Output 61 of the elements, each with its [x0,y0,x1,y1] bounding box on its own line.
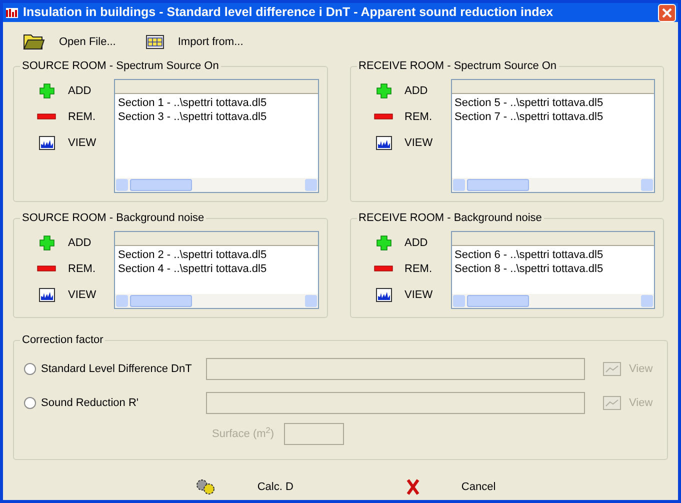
list-item[interactable]: Section 5 - ..\spettri tottava.dl5 [454,96,651,110]
list-item[interactable]: Section 2 - ..\spettri tottava.dl5 [118,248,314,262]
group-title: RECEIVE ROOM - Background noise [356,211,544,225]
folder-icon [23,33,45,51]
add-button[interactable]: ADD [36,233,100,253]
remove-button[interactable]: REM. [36,259,100,279]
remove-button[interactable]: REM. [372,259,436,279]
plus-icon [39,235,55,251]
group-title: RECEIVE ROOM - Spectrum Source On [356,59,559,73]
list-item[interactable]: Section 7 - ..\spettri tottava.dl5 [454,110,651,124]
close-icon [662,8,672,18]
list-item[interactable]: Section 8 - ..\spettri tottava.dl5 [454,262,651,276]
window-title: Insulation in buildings - Standard level difference i DnT - Apparent sound reduction index [23,4,554,22]
add-button[interactable]: ADD [372,233,436,253]
minus-icon [374,113,394,121]
radio-option[interactable]: Standard Level Difference DnT [24,360,206,378]
add-button[interactable]: ADD [372,81,436,101]
file-list[interactable]: Section 2 - ..\spettri tottava.dl5 Section 4 - ..\spettri tottava.dl5 [114,231,318,309]
view-button[interactable]: VIEW [372,285,436,305]
group-title: SOURCE ROOM - Spectrum Source On [20,59,221,73]
chart-icon [376,136,392,150]
cancel-button[interactable]: Cancel [399,474,502,500]
remove-button[interactable]: REM. [36,107,100,127]
horizontal-scrollbar[interactable] [115,294,318,308]
app-icon [5,6,19,20]
gears-icon [195,478,218,496]
list-item[interactable]: Section 4 - ..\spettri tottava.dl5 [118,262,314,276]
radio-option[interactable]: Sound Reduction R' [24,394,206,412]
chart-icon [39,136,55,150]
close-button[interactable] [658,4,676,22]
cross-icon [405,478,422,496]
group-title: SOURCE ROOM - Background noise [20,211,206,225]
view-button[interactable]: VIEW [36,133,100,153]
file-list[interactable]: Section 5 - ..\spettri tottava.dl5 Section 7 - ..\spettri tottava.dl5 [450,79,655,193]
horizontal-scrollbar[interactable] [452,178,654,192]
minus-icon [37,113,57,121]
chart-icon [376,288,392,302]
chart-icon [603,362,621,376]
view-button[interactable]: VIEW [36,285,100,305]
surface-label: Surface (m$^{2}$) [212,426,274,442]
chart-icon [39,288,55,302]
calculate-button[interactable]: Calc. D [189,474,300,500]
list-item[interactable]: Section 6 - ..\spettri tottava.dl5 [454,248,651,262]
chart-icon [603,396,621,410]
add-button[interactable]: ADD [36,81,100,101]
view-button[interactable]: VIEW [372,133,436,153]
horizontal-scrollbar[interactable] [452,294,654,308]
file-list[interactable]: Section 6 - ..\spettri tottava.dl5 Section 8 - ..\spettri tottava.dl5 [450,231,655,309]
minus-icon [37,265,57,273]
plus-icon [376,235,392,251]
list-item[interactable]: Section 1 - ..\spettri tottava.dl5 [118,96,314,110]
list-item[interactable]: Section 3 - ..\spettri tottava.dl5 [118,110,314,124]
horizontal-scrollbar[interactable] [115,178,318,192]
remove-button[interactable]: REM. [372,107,436,127]
plus-icon [39,83,55,99]
file-list[interactable]: Section 1 - ..\spettri tottava.dl5 Section 3 - ..\spettri tottava.dl5 [114,79,318,193]
plus-icon [376,83,392,99]
import-button[interactable]: Import from... [146,34,244,50]
open-file-button[interactable]: Open File... [23,33,116,51]
table-icon [146,35,164,49]
minus-icon [374,265,394,273]
